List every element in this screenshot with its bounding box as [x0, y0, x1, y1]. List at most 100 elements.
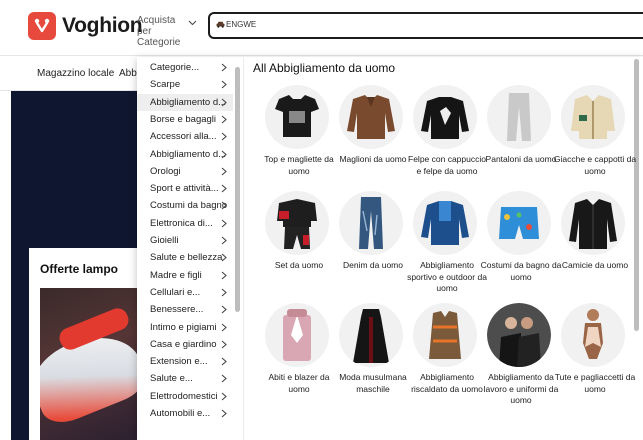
- chevron-right-icon: [221, 253, 227, 262]
- subcategory-item-label: Camicie da uomo: [561, 260, 629, 270]
- chevron-down-icon[interactable]: [188, 20, 197, 26]
- tshirt-image: [265, 85, 329, 149]
- chevron-right-icon: [221, 236, 227, 245]
- category-dropdown: Categorie... Scarpe Abbigliamento d... Bors…: [137, 57, 643, 440]
- category-item-label: Costumi da bagno: [150, 200, 228, 212]
- subcategory-item-label: Abbigliamento da lavoro e uniformi da uo…: [483, 372, 559, 405]
- chevron-right-icon: [221, 98, 227, 107]
- robe-image: [339, 303, 403, 367]
- subcategory-scrollbar[interactable]: [634, 59, 639, 331]
- category-item[interactable]: Cellulari e...: [137, 284, 233, 301]
- chevron-right-icon: [221, 323, 227, 331]
- chevron-right-icon: [221, 150, 227, 158]
- flash-deal-product-image[interactable]: [40, 288, 149, 440]
- subcategory-item[interactable]: Denim da uomo: [335, 191, 411, 301]
- heated-vest-image: [413, 303, 477, 367]
- category-scrollbar[interactable]: [235, 67, 240, 312]
- category-item-label: Borse e bagagli: [150, 113, 217, 125]
- category-item[interactable]: Intimo e pigiami: [137, 319, 233, 336]
- chevron-right-icon: [221, 340, 227, 349]
- category-item[interactable]: Scarpe: [137, 76, 233, 93]
- tracksuit-image: [265, 191, 329, 255]
- subcategory-item[interactable]: Giacche e cappotti da uomo: [554, 85, 636, 195]
- shop-by-category-line2: Categorie: [137, 37, 181, 48]
- category-item[interactable]: Accessori alla...: [137, 128, 233, 145]
- category-item[interactable]: Automobili e...: [137, 405, 233, 422]
- subcategory-item-label: Moda musulmana maschile: [339, 372, 407, 394]
- category-item-label: Gioielli: [150, 235, 179, 246]
- category-item[interactable]: Gioielli: [137, 232, 233, 249]
- category-item-label: Elettrodomestici: [150, 390, 218, 402]
- category-item[interactable]: Salute e bellezza: [137, 249, 233, 266]
- subcategory-item[interactable]: Costumi da bagno da uomo: [481, 191, 561, 301]
- nav-item-local-warehouse[interactable]: Magazzino locale: [37, 68, 114, 79]
- nav-item-clothing[interactable]: Abbi: [119, 68, 139, 79]
- category-item[interactable]: Elettronica di...: [137, 215, 233, 232]
- subcategory-item[interactable]: Top e magliette da uomo: [261, 85, 337, 195]
- category-item[interactable]: Sport e attività...: [137, 180, 233, 197]
- subcategory-item[interactable]: Set da uomo: [261, 191, 337, 301]
- subcategory-item[interactable]: Pantaloni da uomo: [483, 85, 559, 195]
- subcategory-item[interactable]: Moda musulmana maschile: [335, 303, 411, 413]
- category-item[interactable]: Benessere...: [137, 301, 233, 318]
- category-item[interactable]: Abbigliamento d...: [137, 93, 233, 111]
- category-item[interactable]: Costumi da bagno: [137, 197, 233, 214]
- subcategory-item[interactable]: Abbigliamento riscaldato da uomo: [409, 303, 485, 413]
- subcategory-item-label: Felpe con cappuccio e felpe da uomo: [408, 154, 486, 176]
- subcategory-item-label: Abbigliamento sportivo e outdoor da uomo: [407, 260, 487, 293]
- chevron-right-icon: [221, 184, 227, 193]
- category-item-label: Automobili e...: [150, 408, 211, 419]
- chevron-right-icon: [221, 357, 227, 366]
- search-input[interactable]: ENGWE: [208, 12, 643, 39]
- chevron-right-icon: [221, 63, 227, 72]
- logo-mark-icon: [28, 12, 56, 40]
- subcategory-item[interactable]: Abbigliamento da lavoro e uniformi da uo…: [483, 303, 559, 413]
- shirt-image: [561, 191, 625, 255]
- chevron-right-icon: [221, 288, 227, 297]
- sweatshirt-image: [413, 85, 477, 149]
- pants-image: [487, 85, 551, 149]
- subcategory-item-label: Pantaloni da uomo: [485, 154, 557, 164]
- category-item[interactable]: Madre e figli: [137, 267, 233, 284]
- divider: [243, 57, 244, 440]
- category-item[interactable]: Extension e...: [137, 353, 233, 370]
- logo[interactable]: Voghion: [28, 12, 143, 40]
- subcategory-item[interactable]: Maglioni da uomo: [335, 85, 411, 195]
- chevron-right-icon: [221, 409, 227, 418]
- chevron-right-icon: [221, 167, 227, 176]
- category-item-label: Intimo e pigiami: [150, 321, 217, 333]
- category-item-label: Categorie...: [150, 62, 200, 73]
- chevron-right-icon: [221, 115, 227, 124]
- category-item-label: Abbigliamento d...: [150, 148, 227, 160]
- category-item[interactable]: Borse e bagagli: [137, 111, 233, 128]
- chevron-right-icon: [221, 392, 227, 401]
- chevron-right-icon: [221, 80, 227, 89]
- category-item-label: Cellulari e...: [150, 286, 201, 298]
- category-item-label: Extension e...: [150, 356, 208, 368]
- category-item[interactable]: Abbigliamento d...: [137, 146, 233, 163]
- category-item[interactable]: Casa e giardino: [137, 336, 233, 353]
- flash-deals-title: Offerte lampo: [40, 262, 119, 276]
- category-item-label: Accessori alla...: [150, 131, 217, 143]
- chevron-right-icon: [221, 305, 227, 314]
- chevron-right-icon: [221, 132, 227, 141]
- swim-shorts-image: [487, 191, 551, 255]
- subcategory-item-label: Giacche e cappotti da uomo: [553, 154, 637, 176]
- subcategory-item-label: Maglioni da uomo: [339, 154, 407, 164]
- category-item[interactable]: Categorie...: [137, 59, 233, 76]
- shop-by-category-button[interactable]: Acquista per Categorie: [137, 15, 189, 48]
- subcategory-item[interactable]: Felpe con cappuccio e felpe da uomo: [408, 85, 486, 195]
- subcategory-item[interactable]: Abbigliamento sportivo e outdoor da uomo: [407, 191, 487, 301]
- subcategory-item[interactable]: Camicie da uomo: [557, 191, 633, 301]
- subcategory-item[interactable]: Abiti e blazer da uomo: [261, 303, 337, 413]
- category-item[interactable]: Elettrodomestici: [137, 388, 233, 405]
- subcategory-item-label: Tute e pagliaccetti da uomo: [554, 372, 636, 394]
- category-item-label: Orologi: [150, 165, 181, 177]
- category-item[interactable]: Salute e...: [137, 370, 233, 387]
- category-item[interactable]: Orologi: [137, 163, 233, 180]
- category-item-label: Madre e figli: [150, 269, 202, 281]
- category-item-label: Salute e...: [150, 373, 193, 385]
- subcategory-item-label: Top e magliette da uomo: [264, 154, 334, 176]
- chevron-right-icon: [221, 219, 227, 228]
- subcategory-item[interactable]: Tute e pagliaccetti da uomo: [555, 303, 635, 413]
